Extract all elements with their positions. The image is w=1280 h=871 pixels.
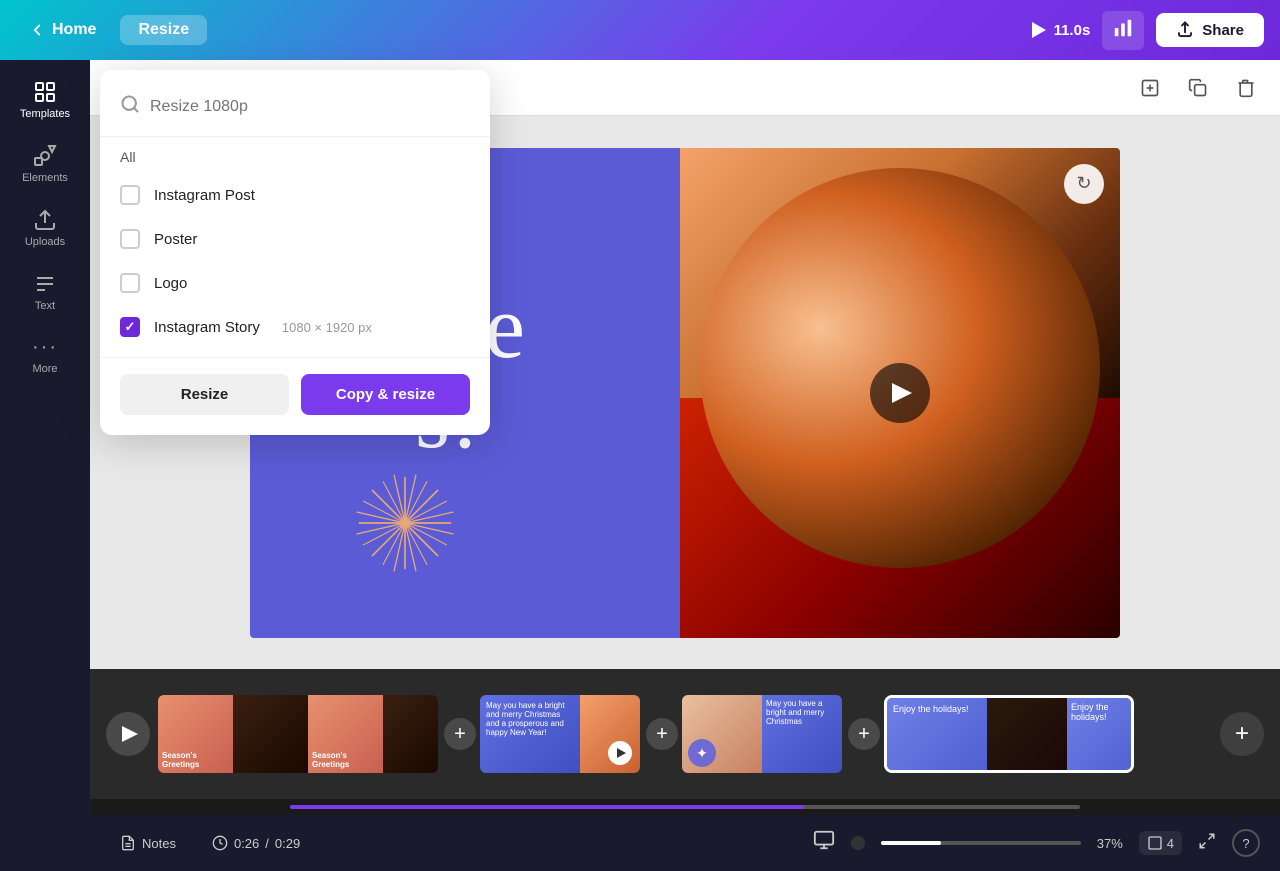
canvas-right-section: [680, 148, 1120, 638]
instagram-story-checkbox[interactable]: ✓: [120, 317, 140, 337]
search-section: [100, 86, 490, 137]
timeline-add-3[interactable]: +: [848, 718, 880, 750]
timeline-add-1[interactable]: +: [444, 718, 476, 750]
sidebar-item-templates[interactable]: Templates: [5, 70, 85, 130]
frame-count: 4: [1167, 836, 1174, 851]
canvas-play-button[interactable]: [870, 363, 930, 423]
refresh-button[interactable]: ↻: [1064, 164, 1104, 204]
expand-icon: [1198, 832, 1216, 850]
sidebar-label-uploads: Uploads: [25, 236, 65, 248]
duplicate-icon: [1188, 78, 1208, 98]
share-icon: [1176, 21, 1194, 39]
timeline-end-add[interactable]: +: [1220, 712, 1264, 756]
timeline-clip-3[interactable]: ✦ May you have a bright and merry Christ…: [682, 695, 842, 773]
progress-area: [90, 799, 1280, 815]
instagram-post-checkbox[interactable]: [120, 185, 140, 205]
resize-dropdown: All Instagram Post Poster Logo ✓ Instagr…: [100, 70, 490, 435]
sidebar-label-templates: Templates: [20, 108, 70, 120]
delete-button[interactable]: [1228, 70, 1264, 106]
clock-icon: [212, 835, 228, 851]
sidebar-label-more: More: [32, 363, 57, 375]
grid-icon: [33, 80, 57, 104]
search-icon: [120, 94, 140, 120]
monitor-icon: [813, 829, 835, 851]
sidebar-item-more[interactable]: ··· More: [5, 326, 85, 385]
bottom-bar: Notes 0:26 / 0:29 37% 4: [90, 815, 1280, 871]
home-label: Home: [52, 21, 96, 39]
share-button[interactable]: Share: [1156, 13, 1264, 47]
shapes-icon: [33, 144, 57, 168]
sidebar-item-uploads[interactable]: Uploads: [5, 198, 85, 258]
logo-checkbox[interactable]: [120, 273, 140, 293]
time-display: 0:26 / 0:29: [202, 829, 310, 857]
poster-checkbox[interactable]: [120, 229, 140, 249]
upload-icon: [33, 208, 57, 232]
dropdown-item-poster[interactable]: Poster: [100, 217, 490, 261]
copy-resize-button[interactable]: Copy & resize: [301, 374, 470, 415]
timeline-clip-2[interactable]: May you have a bright and merry Christma…: [480, 695, 640, 773]
zoom-level: 37%: [1097, 836, 1123, 851]
add-frame-button[interactable]: [1132, 70, 1168, 106]
instagram-story-size: 1080 × 1920 px: [282, 320, 372, 335]
timeline: Season'sGreetings Season'sGreetings + Ma…: [90, 669, 1280, 799]
timeline-clip-1[interactable]: Season'sGreetings Season'sGreetings: [158, 695, 438, 773]
help-button[interactable]: ?: [1232, 829, 1260, 857]
add-frame-icon: [1140, 78, 1160, 98]
all-label: All: [100, 145, 490, 173]
resize-button[interactable]: Resize: [120, 374, 289, 415]
expand-button[interactable]: [1198, 832, 1216, 855]
timeline-play-icon: [122, 726, 138, 742]
sidebar-label-elements: Elements: [22, 172, 68, 184]
header: Home Resize 11.0s Share: [0, 0, 1280, 60]
time-total: 0:29: [275, 836, 300, 851]
frame-button[interactable]: 4: [1139, 831, 1182, 855]
trash-icon: [1236, 78, 1256, 98]
logo-label: Logo: [154, 275, 187, 292]
dropdown-item-logo[interactable]: Logo: [100, 261, 490, 305]
sidebar-item-elements[interactable]: Elements: [5, 134, 85, 194]
zoom-fill: [881, 841, 941, 845]
timeline-play-button[interactable]: [106, 712, 150, 756]
progress-fill: [290, 805, 804, 809]
instagram-story-label: Instagram Story: [154, 319, 260, 336]
frame-icon: [1147, 835, 1163, 851]
timeline-add-2[interactable]: +: [646, 718, 678, 750]
dots-icon: ···: [32, 336, 58, 359]
sidebar-item-text[interactable]: Text: [5, 262, 85, 322]
search-input[interactable]: [150, 98, 470, 116]
monitor-button[interactable]: [813, 829, 835, 857]
text-icon: [33, 272, 57, 296]
poster-label: Poster: [154, 231, 197, 248]
zoom-scrubber[interactable]: [881, 841, 1081, 845]
duplicate-button[interactable]: [1180, 70, 1216, 106]
time-current: 0:26: [234, 836, 259, 851]
record-button[interactable]: [851, 836, 865, 850]
progress-track[interactable]: [290, 805, 1080, 809]
starburst-icon: [350, 468, 460, 578]
stats-button[interactable]: [1102, 11, 1144, 50]
dropdown-item-instagram-post[interactable]: Instagram Post: [100, 173, 490, 217]
notes-label: Notes: [142, 836, 176, 851]
play-icon: [1032, 22, 1046, 38]
sidebar-label-text: Text: [35, 300, 55, 312]
notes-icon: [120, 835, 136, 851]
sidebar: Templates Elements Uploads Text ··· More: [0, 60, 90, 871]
instagram-post-label: Instagram Post: [154, 187, 255, 204]
dropdown-actions: Resize Copy & resize: [100, 357, 490, 419]
play-triangle-icon: [892, 383, 912, 403]
dropdown-item-instagram-story[interactable]: ✓ Instagram Story 1080 × 1920 px: [100, 305, 490, 349]
home-button[interactable]: Home: [16, 15, 108, 45]
timeline-clip-4-selected[interactable]: Enjoy the holidays! Enjoy the holidays!: [884, 695, 1134, 773]
notes-button[interactable]: Notes: [110, 829, 186, 857]
resize-button[interactable]: Resize: [120, 15, 207, 45]
check-icon: ✓: [125, 319, 136, 335]
timeline-clips: Season'sGreetings Season'sGreetings + Ma…: [158, 695, 1212, 773]
stats-icon: [1112, 17, 1134, 39]
play-button[interactable]: 11.0s: [1032, 22, 1091, 39]
chevron-left-icon: [28, 21, 46, 39]
